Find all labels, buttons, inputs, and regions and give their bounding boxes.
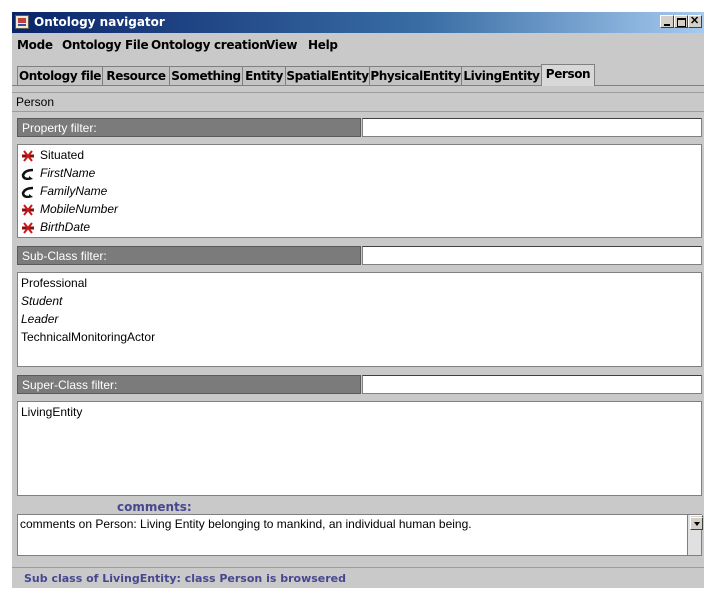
comments-scrollbar[interactable] (687, 515, 703, 555)
tab-person[interactable]: Person (541, 64, 595, 86)
property-label: MobileNumber (40, 202, 119, 216)
menu-ontology-file[interactable]: Ontology File (62, 38, 149, 52)
list-item[interactable]: Student (21, 294, 62, 312)
list-item[interactable]: Leader (21, 312, 58, 330)
tab-resource[interactable]: Resource (102, 66, 170, 85)
list-item[interactable]: LivingEntity (21, 405, 82, 423)
red-cross-property-icon (22, 222, 34, 234)
property-label: FirstName (40, 166, 96, 180)
minimize-button[interactable] (660, 15, 674, 28)
tab-entity[interactable]: Entity (242, 66, 286, 85)
menu-help[interactable]: Help (308, 38, 338, 52)
application-window: Ontology navigator Mode Ontology File On… (12, 12, 704, 588)
tab-ontology-file[interactable]: Ontology file (17, 66, 103, 85)
maximize-button[interactable] (674, 15, 688, 28)
close-button[interactable] (688, 14, 702, 28)
subclass-filter-label: Sub-Class filter: (17, 246, 361, 265)
subclass-list[interactable]: Professional Student Leader TechnicalMon… (17, 272, 702, 367)
tab-something[interactable]: Something (169, 66, 243, 85)
property-filter-input[interactable] (362, 118, 702, 137)
scroll-down-arrow-icon[interactable] (690, 517, 703, 530)
property-list[interactable]: Situated FirstName FamilyName MobileNumb… (17, 144, 702, 238)
menu-mode[interactable]: Mode (17, 38, 53, 52)
superclass-list[interactable]: LivingEntity (17, 401, 702, 496)
list-item[interactable]: Professional (21, 276, 87, 294)
breadcrumb: Person (12, 92, 704, 112)
black-arrow-property-icon (21, 186, 34, 198)
breadcrumb-label: Person (16, 95, 55, 109)
tab-spatial-entity[interactable]: SpatialEntity (285, 66, 370, 85)
app-icon (15, 15, 29, 29)
menu-bar: Mode Ontology File Ontology creation Vie… (12, 35, 704, 55)
red-cross-property-icon (22, 204, 34, 216)
class-tabs: Ontology file Resource Something Entity … (12, 64, 704, 86)
status-bar: Sub class of LivingEntity: class Person … (12, 567, 704, 589)
status-text: Sub class of LivingEntity: class Person … (24, 572, 347, 585)
tab-physical-entity[interactable]: PhysicalEntity (369, 66, 462, 85)
superclass-filter-label: Super-Class filter: (17, 375, 361, 394)
subclass-filter-input[interactable] (362, 246, 702, 265)
comments-text: comments on Person: Living Entity belong… (20, 517, 472, 531)
property-label: FamilyName (40, 184, 108, 198)
menu-view[interactable]: View (266, 38, 298, 52)
property-filter-label: Property filter: (17, 118, 361, 137)
comments-area[interactable]: comments on Person: Living Entity belong… (17, 514, 703, 556)
red-cross-property-icon (22, 150, 34, 162)
superclass-filter-input[interactable] (362, 375, 702, 394)
property-label: Situated (40, 148, 85, 162)
title-bar[interactable]: Ontology navigator (12, 12, 704, 33)
list-item[interactable]: TechnicalMonitoringActor (21, 330, 155, 348)
property-label: BirthDate (40, 220, 91, 234)
window-title: Ontology navigator (34, 15, 165, 29)
menu-ontology-creation[interactable]: Ontology creation (151, 38, 268, 52)
tab-living-entity[interactable]: LivingEntity (461, 66, 542, 85)
comments-label: comments: (117, 500, 192, 514)
black-arrow-property-icon (21, 168, 34, 180)
